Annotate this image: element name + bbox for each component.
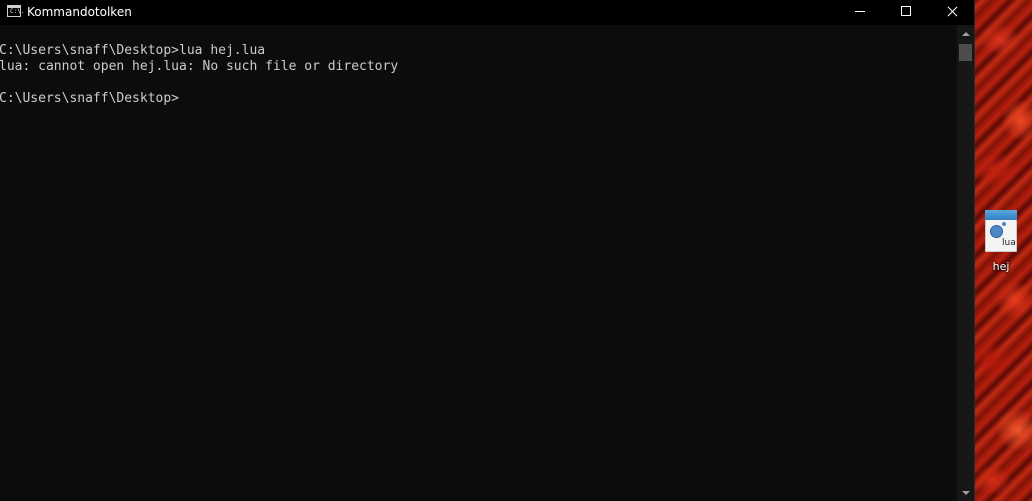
- title-bar[interactable]: C:\. Kommandotolken: [0, 0, 975, 25]
- console-line: C:\Users\snaff\Desktop>lua hej.lua: [0, 43, 266, 58]
- console-line: lua: cannot open hej.lua: No such file o…: [0, 59, 399, 74]
- desktop-icon-hej[interactable]: lua hej: [978, 208, 1026, 274]
- close-button[interactable]: [929, 0, 975, 25]
- window-border: [974, 0, 975, 501]
- vertical-scrollbar[interactable]: [957, 25, 974, 501]
- scroll-thumb[interactable]: [959, 44, 972, 61]
- lua-file-icon: lua: [985, 210, 1017, 252]
- scroll-down-arrow-icon[interactable]: [957, 484, 974, 501]
- cmd-icon-text: C:\.: [10, 8, 25, 15]
- console-prompt[interactable]: C:\Users\snaff\Desktop>: [0, 91, 179, 107]
- file-extension-badge: lua: [1002, 238, 1016, 248]
- scroll-up-arrow-icon[interactable]: [957, 25, 974, 42]
- minimize-button[interactable]: [837, 0, 883, 25]
- maximize-button[interactable]: [883, 0, 929, 25]
- window-title: Kommandotolken: [27, 5, 132, 19]
- console-output[interactable]: C:\Users\snaff\Desktop>lua hej.lua lua: …: [0, 25, 957, 501]
- command-prompt-window[interactable]: C:\. Kommandotolken C:\Users\snaff\Deskt…: [0, 0, 975, 501]
- lua-logo-icon: [990, 222, 1006, 238]
- cmd-icon[interactable]: C:\.: [7, 5, 25, 17]
- desktop-icon-label: hej: [992, 260, 1010, 273]
